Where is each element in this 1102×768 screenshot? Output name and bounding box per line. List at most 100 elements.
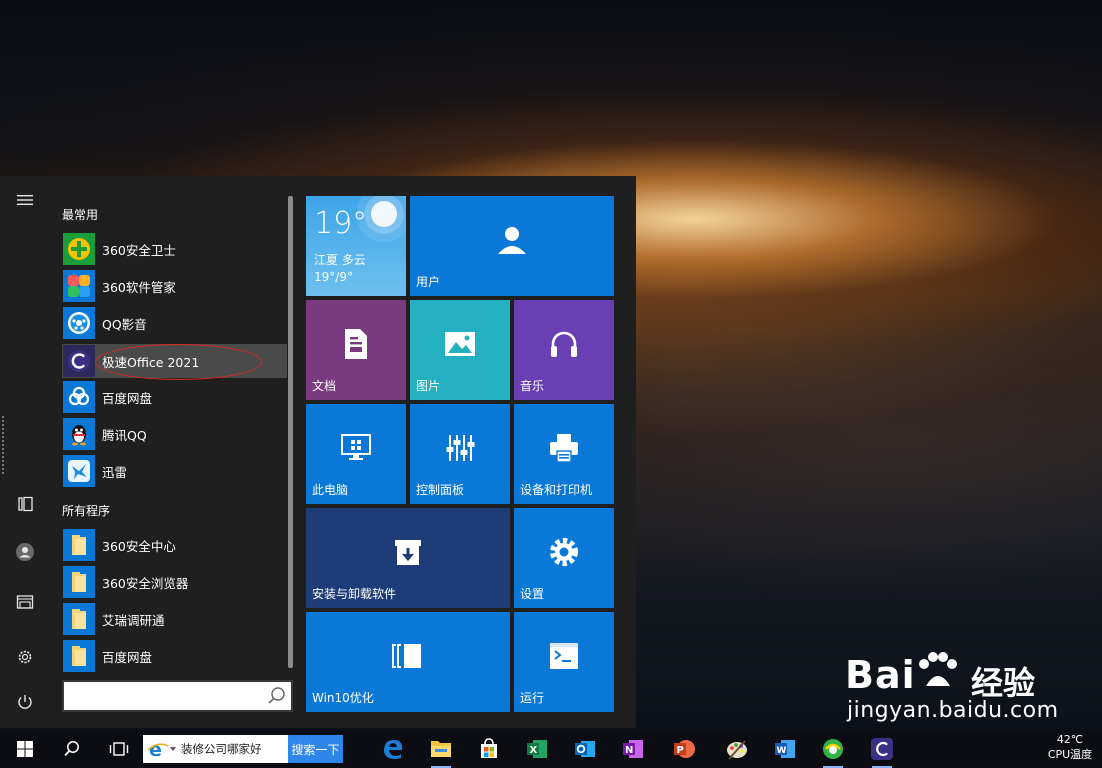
tile-label: 此电脑 <box>312 483 349 497</box>
app-item-folder-baidu-netdisk[interactable]: 百度网盘 <box>62 639 287 673</box>
start-menu: 最常用 360安全卫士 360软件管家 QQ影音 极速Office 2021 百… <box>0 176 636 728</box>
svg-text:X: X <box>530 745 538 756</box>
ie-browser-icon: e <box>147 739 169 760</box>
app-label: 百度网盘 <box>102 649 153 665</box>
outlook-icon[interactable] <box>569 733 601 765</box>
tile-settings[interactable]: 设置 <box>514 508 614 608</box>
folder-icon <box>63 566 95 598</box>
file-explorer-taskbar-icon[interactable] <box>425 733 457 768</box>
headphones-icon <box>514 326 614 362</box>
search-icon[interactable] <box>267 686 287 706</box>
tile-documents[interactable]: 文档 <box>306 300 406 400</box>
run-console-icon <box>514 638 614 674</box>
app-label: 360安全浏览器 <box>102 575 189 591</box>
tablet-mode-icon[interactable] <box>9 488 41 520</box>
store-icon[interactable] <box>473 733 505 765</box>
start-search-input[interactable] <box>62 680 293 712</box>
taskbar-search-button[interactable]: 搜索一下 <box>288 735 343 763</box>
tile-run[interactable]: 运行 <box>514 612 614 712</box>
watermark-logo: Bai <box>845 652 958 697</box>
printer-icon <box>514 430 614 466</box>
tile-label: 文档 <box>312 379 337 393</box>
xunlei-icon <box>63 455 95 487</box>
app-item-folder-360-security-center[interactable]: 360安全中心 <box>62 528 287 562</box>
tile-control-panel[interactable]: 控制面板 <box>410 404 510 504</box>
file-explorer-icon[interactable] <box>9 586 41 618</box>
frequent-section-title: 最常用 <box>62 208 99 222</box>
baidu-jingyan-watermark: Bai 经验 jingyan.baidu.com <box>845 650 1058 728</box>
taskbar-search-text: 装修公司哪家好 <box>181 742 262 756</box>
taskbar: e 装修公司哪家好 搜索一下 X N P W 42℃ CPU温度 <box>0 730 1102 768</box>
tile-label: 控制面板 <box>416 483 465 497</box>
search-taskbar-icon[interactable] <box>56 733 88 765</box>
excel-icon[interactable]: X <box>521 733 553 765</box>
highlight-oval <box>95 344 262 380</box>
360-browser-icon[interactable] <box>817 733 849 768</box>
powerpoint-icon[interactable]: P <box>668 733 700 765</box>
svg-text:N: N <box>625 745 633 756</box>
start-search-field[interactable] <box>68 685 258 707</box>
app-item-folder-iresearch[interactable]: 艾瑞调研通 <box>62 602 287 636</box>
app-list: 最常用 360安全卫士 360软件管家 QQ影音 极速Office 2021 百… <box>50 176 292 728</box>
hamburger-menu-icon[interactable] <box>9 184 41 216</box>
all-programs-section-title: 所有程序 <box>62 504 111 518</box>
tile-install-uninstall[interactable]: 安装与卸载软件 <box>306 508 510 608</box>
tile-weather[interactable]: 19° 江夏 多云 19°/9° <box>306 196 406 296</box>
power-icon[interactable] <box>9 686 41 718</box>
paw-print-icon <box>918 652 957 686</box>
taskbar-search-box[interactable]: e 装修公司哪家好 搜索一下 <box>143 735 343 763</box>
tile-win10-optimize[interactable]: Win10优化 <box>306 612 510 712</box>
tile-label: 设备和打印机 <box>520 483 593 497</box>
folder-icon <box>63 529 95 561</box>
app-label: 迅雷 <box>102 464 128 480</box>
tile-user[interactable]: 用户 <box>410 196 614 296</box>
user-account-icon[interactable] <box>9 536 41 568</box>
360-software-manager-icon <box>63 270 95 302</box>
qq-player-icon <box>63 307 95 339</box>
folder-icon <box>63 640 95 672</box>
tile-this-pc[interactable]: 此电脑 <box>306 404 406 504</box>
app-item-folder-360-browser[interactable]: 360安全浏览器 <box>62 565 287 599</box>
weather-range: 19°/9° <box>314 270 353 284</box>
app-item-360-software-manager[interactable]: 360软件管家 <box>62 269 287 303</box>
baidu-netdisk-icon <box>63 381 95 413</box>
tile-label: 设置 <box>520 587 545 601</box>
tile-devices-printers[interactable]: 设备和打印机 <box>514 404 614 504</box>
app-label: QQ影音 <box>102 316 147 332</box>
settings-gear-icon[interactable] <box>9 641 41 673</box>
weather-temperature: 19° <box>314 206 368 241</box>
person-icon <box>410 222 614 258</box>
sliders-icon <box>410 430 510 466</box>
gear-icon <box>514 534 614 570</box>
svg-text:W: W <box>777 746 787 756</box>
picture-icon <box>410 326 510 362</box>
app-item-xunlei[interactable]: 迅雷 <box>62 454 287 488</box>
tile-label: 用户 <box>416 275 441 289</box>
app-list-scrollbar[interactable] <box>288 196 293 668</box>
app-label: 艾瑞调研通 <box>102 612 165 628</box>
app-item-360-security[interactable]: 360安全卫士 <box>62 232 287 266</box>
tile-pictures[interactable]: 图片 <box>410 300 510 400</box>
task-view-icon[interactable] <box>103 733 135 765</box>
word-icon[interactable]: W <box>769 733 801 765</box>
windows-start-icon[interactable] <box>9 733 41 765</box>
jisu-office-icon <box>63 345 95 377</box>
app-label: 360安全中心 <box>102 538 176 554</box>
cpu-temperature-tray[interactable]: 42℃ CPU温度 <box>1040 732 1100 766</box>
app-item-qq-player[interactable]: QQ影音 <box>62 306 287 340</box>
app-item-tencent-qq[interactable]: 腾讯QQ <box>62 417 287 451</box>
tile-music[interactable]: 音乐 <box>514 300 614 400</box>
jisu-office-taskbar-icon[interactable] <box>866 733 898 768</box>
edge-browser-icon[interactable] <box>377 733 409 765</box>
tile-label: 图片 <box>416 379 441 393</box>
monitor-icon <box>306 430 406 466</box>
rail-indicator <box>2 416 6 474</box>
onenote-icon[interactable]: N <box>617 733 649 765</box>
svg-text:e: e <box>149 739 162 760</box>
app-label: 腾讯QQ <box>102 427 147 443</box>
app-label: 百度网盘 <box>102 390 153 406</box>
app-item-baidu-netdisk[interactable]: 百度网盘 <box>62 380 287 414</box>
paint-palette-icon[interactable] <box>721 733 753 765</box>
svg-text:P: P <box>677 745 684 756</box>
app-label: 360安全卫士 <box>102 242 176 258</box>
